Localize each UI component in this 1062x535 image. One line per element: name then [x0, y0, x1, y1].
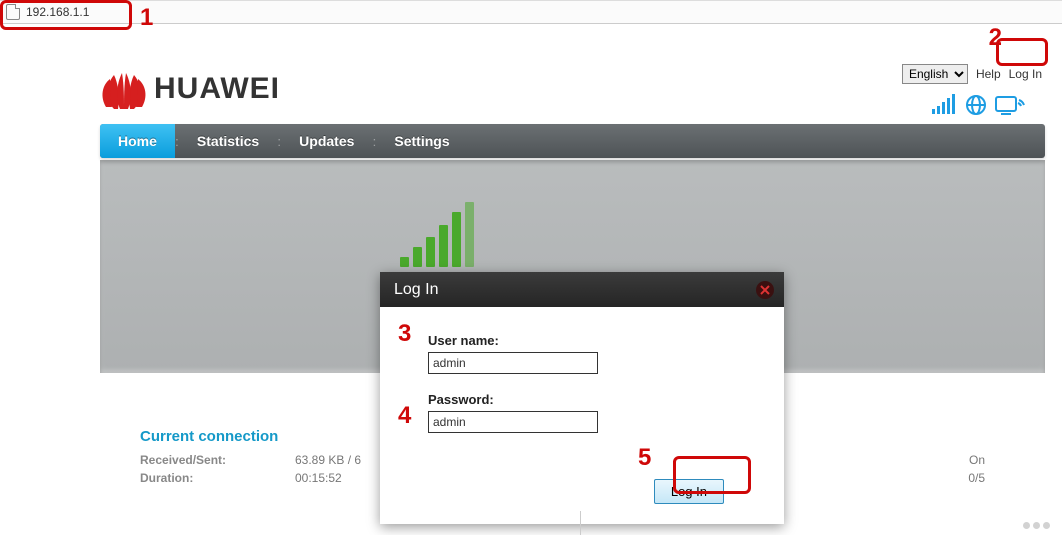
password-input[interactable]: [428, 411, 598, 433]
signal-graphic-icon: [400, 202, 474, 267]
modal-title: Log In: [394, 281, 438, 299]
brand-text: HUAWEI: [154, 72, 280, 106]
close-icon[interactable]: [756, 281, 774, 299]
modal-header: Log In: [380, 272, 784, 307]
main-nav: Home : Statistics : Updates : Settings: [100, 124, 1045, 158]
status-right-value: 0/5: [825, 471, 985, 485]
nav-tab-home[interactable]: Home: [100, 124, 175, 158]
status-right-value: On: [825, 453, 985, 467]
page-icon: [6, 4, 20, 20]
nav-tab-settings[interactable]: Settings: [376, 124, 467, 158]
login-button[interactable]: Log In: [654, 479, 724, 504]
brand-logo: HUAWEI: [100, 24, 1045, 124]
username-input[interactable]: [428, 352, 598, 374]
address-bar[interactable]: 192.168.1.1: [0, 0, 1062, 24]
huawei-icon: [100, 67, 148, 111]
address-url: 192.168.1.1: [26, 5, 89, 19]
divider: [580, 511, 581, 535]
username-label: User name:: [428, 333, 736, 348]
login-modal: Log In User name: Password: Log In: [380, 272, 784, 524]
globe-icon: [965, 94, 987, 119]
monitor-wifi-icon: [995, 94, 1025, 119]
nav-tab-statistics[interactable]: Statistics: [179, 124, 277, 158]
password-label: Password:: [428, 392, 736, 407]
signal-icon: [931, 94, 957, 119]
status-label: Duration:: [140, 471, 295, 485]
nav-tab-updates[interactable]: Updates: [281, 124, 372, 158]
footer-dots-icon: [1023, 522, 1050, 529]
status-label: Received/Sent:: [140, 453, 295, 467]
